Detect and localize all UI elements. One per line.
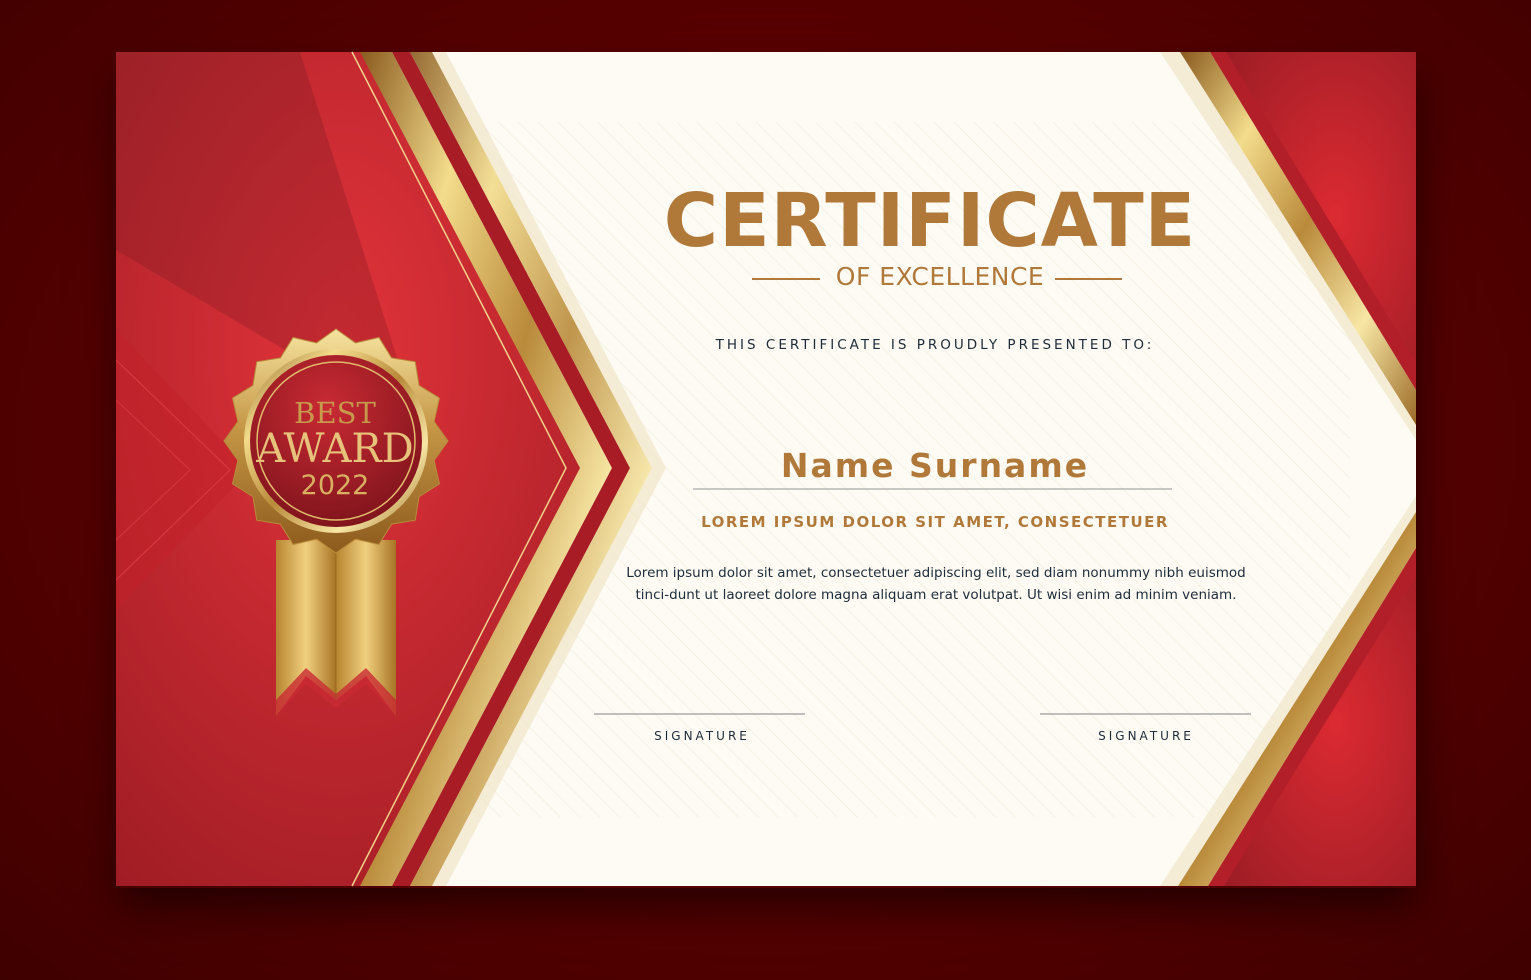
certificate-title: CERTIFICATE [663,178,1197,264]
signature-label-left: SIGNATURE [654,729,750,743]
presented-to-label: THIS CERTIFICATE IS PROUDLY PRESENTED TO… [715,337,1155,353]
certificate-heading: LOREM IPSUM DOLOR SIT AMET, CONSECTETUER [701,513,1169,531]
certificate-body: Lorem ipsum dolor sit amet, consectetuer… [626,565,1246,603]
certificate-subtitle: OF EXCELLENCE [835,262,1045,291]
signature-label-right: SIGNATURE [1098,729,1194,743]
seal-text-best: BEST [294,396,376,430]
certificate-artwork [115,51,1416,887]
seal-text-year: 2022 [300,470,370,501]
certificate-canvas: BEST AWARD 2022 CERTIFICATE OF EXCELLENC… [0,0,1531,980]
award-ribbon-icon [276,540,396,716]
recipient-name: Name Surname [780,446,1090,485]
seal-text-award: AWARD [256,426,414,472]
